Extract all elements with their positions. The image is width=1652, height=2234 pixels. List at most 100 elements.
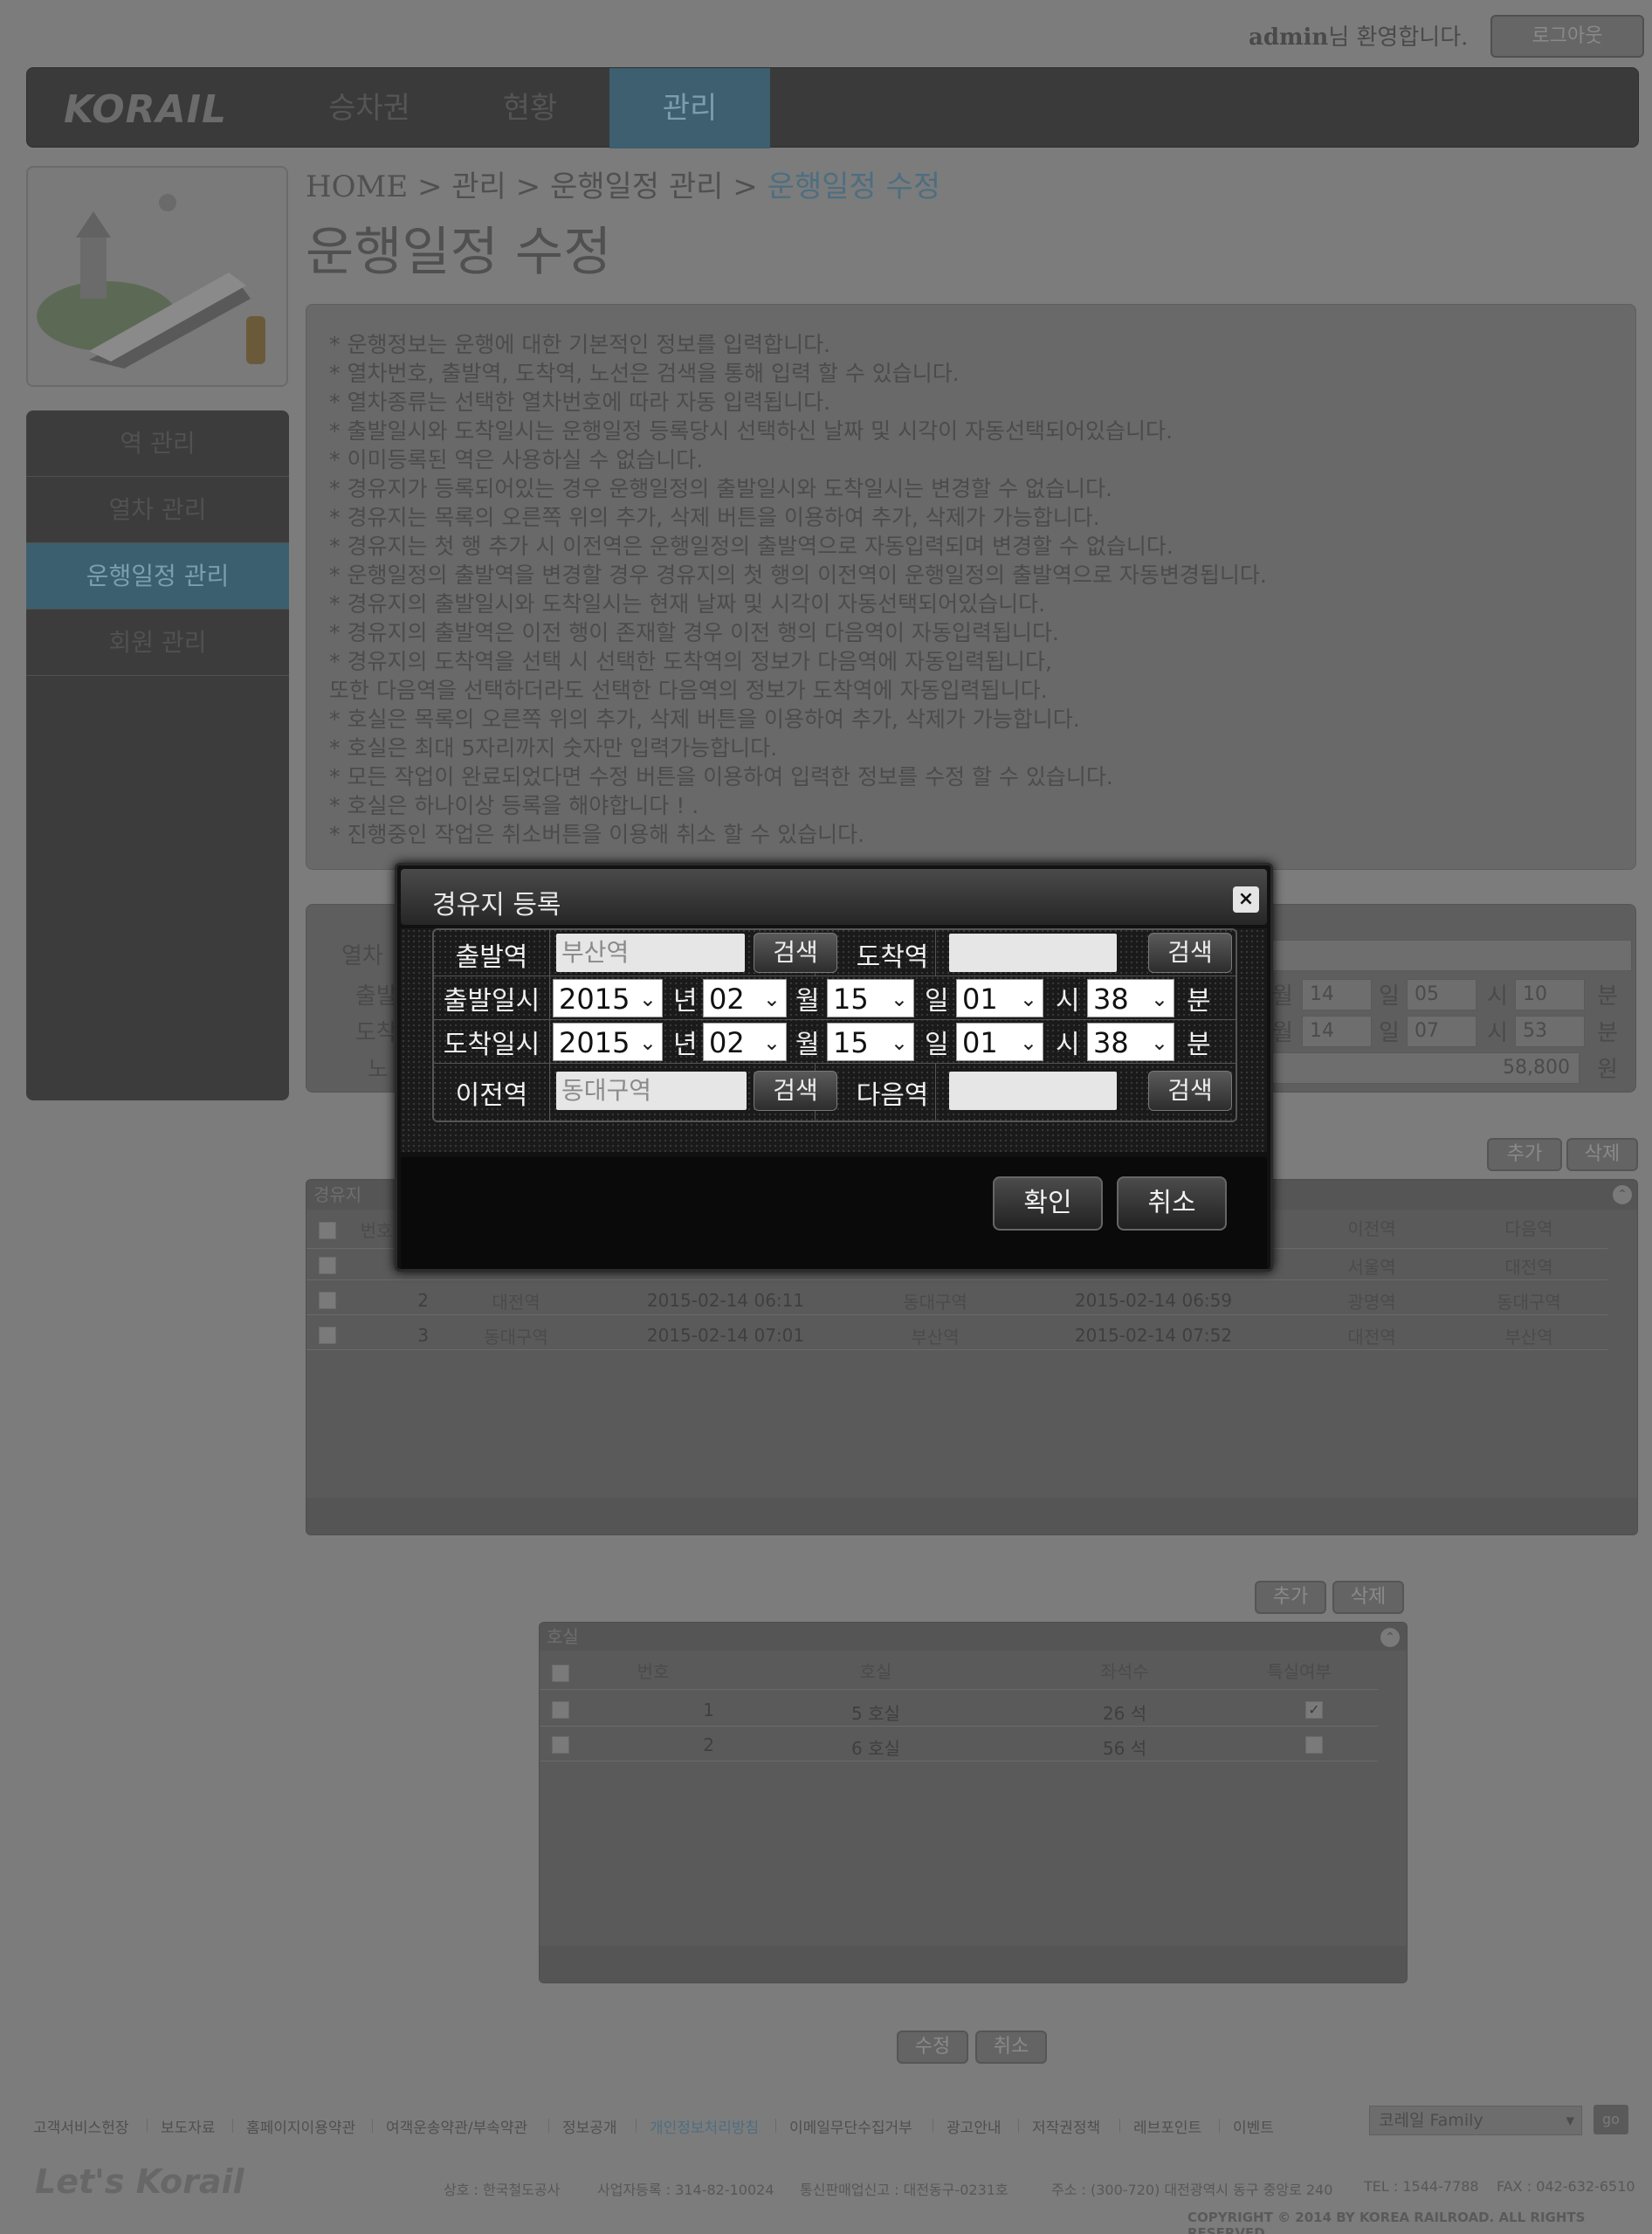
- modify-button[interactable]: 수정: [897, 2031, 968, 2064]
- row-checkbox[interactable]: [552, 1736, 569, 1754]
- waypoint-delete-button[interactable]: 삭제: [1566, 1138, 1638, 1171]
- row-prev: 광명역: [1347, 1292, 1396, 1313]
- welcome-suffix: 님 환영합니다.: [1328, 24, 1469, 51]
- room-row-seats: 56 석: [1102, 1738, 1147, 1759]
- row-arr: 2015-02-14 07:52: [1074, 1325, 1233, 1346]
- minute-unit: 분: [1187, 1030, 1211, 1060]
- depart-minute-select[interactable]: 38 ⌄: [1087, 979, 1174, 1017]
- row-to: 부산역: [911, 1327, 960, 1348]
- collapse-icon[interactable]: ⌃: [1613, 1185, 1632, 1204]
- row-checkbox[interactable]: [552, 1701, 569, 1719]
- depart-hour-select[interactable]: 10: [1515, 979, 1585, 1010]
- arrive-hour-select[interactable]: 01 ⌄: [956, 1023, 1043, 1061]
- room-add-button[interactable]: 추가: [1255, 1581, 1326, 1614]
- depart-month-unit: 월: [1272, 983, 1293, 1010]
- arrive-minute-value: 38: [1093, 1026, 1129, 1059]
- info-line: 또한 다음역을 선택하더라도 선택한 다음역의 정보가 도착역에 자동입력됩니다…: [329, 678, 1048, 703]
- arrive-hour-select[interactable]: 53: [1515, 1016, 1585, 1047]
- arrive-year-select[interactable]: 2015 ⌄: [553, 1023, 663, 1061]
- collapse-icon[interactable]: ⌃: [1380, 1628, 1400, 1647]
- form-label-depart: 출발: [355, 983, 397, 1010]
- chevron-down-icon: ⌄: [890, 1031, 908, 1055]
- footer-link[interactable]: 보도자료: [161, 2115, 216, 2137]
- waypoint-add-button[interactable]: 추가: [1487, 1138, 1562, 1171]
- train-type-field[interactable]: [1272, 940, 1632, 971]
- confirm-button[interactable]: 확인: [993, 1176, 1103, 1231]
- arrive-month-select[interactable]: 14: [1302, 1016, 1372, 1047]
- footer-link[interactable]: 이메일무단수집거부: [789, 2115, 912, 2137]
- breadcrumb-manage[interactable]: 관리: [451, 169, 506, 204]
- footer-link[interactable]: 저작권정책: [1032, 2115, 1100, 2137]
- row-next: 동대구역: [1497, 1292, 1561, 1313]
- form-label-arrive: 도착: [355, 1020, 397, 1046]
- sidebar-menu: 역 관리 열차 관리 운행일정 관리 회원 관리: [26, 410, 289, 1100]
- footer-link[interactable]: 광고안내: [946, 2115, 1002, 2137]
- footer-link[interactable]: 이벤트: [1233, 2115, 1274, 2137]
- footer-link-privacy[interactable]: 개인정보처리방침: [650, 2115, 759, 2137]
- sidebar-item-train[interactable]: 열차 관리: [26, 477, 289, 543]
- arrive-month-select[interactable]: 02 ⌄: [703, 1023, 787, 1061]
- from-station-search-button[interactable]: 검색: [754, 933, 837, 973]
- prev-station-input[interactable]: 동대구역: [556, 1072, 747, 1110]
- arrive-hour-unit: 시: [1487, 1020, 1508, 1046]
- sidebar-item-member[interactable]: 회원 관리: [26, 610, 289, 676]
- go-button[interactable]: go: [1593, 2105, 1628, 2134]
- close-icon[interactable]: ×: [1233, 886, 1259, 913]
- prev-station-search-button[interactable]: 검색: [754, 1071, 837, 1111]
- depart-hour-select[interactable]: 01 ⌄: [956, 979, 1043, 1017]
- arrive-minute-select[interactable]: 38 ⌄: [1087, 1023, 1174, 1061]
- room-grid-title: 호실: [540, 1623, 1407, 1651]
- arrive-day-value: 15: [833, 1026, 869, 1059]
- col-header-no: 번호: [637, 1661, 670, 1682]
- next-station-search-button[interactable]: 검색: [1148, 1071, 1232, 1111]
- chevron-down-icon: ⌄: [1150, 987, 1168, 1011]
- dialog-header: 경유지 등록 ×: [401, 869, 1267, 925]
- depart-day-select[interactable]: 05: [1407, 979, 1476, 1010]
- to-station-input[interactable]: [949, 934, 1117, 972]
- cancel-button[interactable]: 취소: [975, 2031, 1047, 2064]
- form-label-route: 노: [368, 1057, 389, 1083]
- select-all-checkbox[interactable]: [552, 1665, 569, 1682]
- depart-month-select[interactable]: 14: [1302, 979, 1372, 1010]
- nav-tab-manage[interactable]: 관리: [609, 68, 770, 148]
- info-box: * 운행정보는 운행에 대한 기본적인 정보를 입력합니다. * 열차번호, 출…: [306, 304, 1636, 870]
- dialog-cancel-button[interactable]: 취소: [1117, 1176, 1227, 1231]
- arrive-month-value: 02: [709, 1026, 745, 1059]
- depart-day-select[interactable]: 15 ⌄: [827, 979, 914, 1017]
- footer-link[interactable]: 레브포인트: [1133, 2115, 1201, 2137]
- footer-link[interactable]: 정보공개: [562, 2115, 617, 2137]
- footer-link[interactable]: 고객서비스헌장: [33, 2115, 128, 2137]
- sidebar-item-schedule[interactable]: 운행일정 관리: [26, 543, 289, 610]
- dialog-body: 출발역 부산역 검색 도착역 검색 출발일시 2015 ⌄ 년 02 ⌄ 월 15 ⌄…: [401, 928, 1267, 1152]
- from-station-input[interactable]: 부산역: [556, 934, 745, 972]
- arrive-day-select[interactable]: 15 ⌄: [827, 1023, 914, 1061]
- nav-tab-ticket[interactable]: 승차권: [289, 68, 450, 148]
- minute-unit: 분: [1187, 986, 1211, 1017]
- row-checkbox[interactable]: [319, 1257, 336, 1274]
- row-checkbox[interactable]: [319, 1327, 336, 1344]
- fare-field[interactable]: 58,800: [1272, 1052, 1580, 1084]
- room-delete-button[interactable]: 삭제: [1332, 1581, 1404, 1614]
- sidebar-item-station[interactable]: 역 관리: [26, 410, 289, 477]
- depart-day-value: 15: [833, 983, 869, 1016]
- breadcrumb-current: 운행일정 수정: [767, 169, 941, 204]
- logout-button[interactable]: 로그아웃: [1490, 15, 1644, 58]
- nav-tab-status[interactable]: 현황: [450, 68, 610, 148]
- depart-year-select[interactable]: 2015 ⌄: [553, 979, 663, 1017]
- to-station-search-button[interactable]: 검색: [1148, 933, 1232, 973]
- breadcrumb-home[interactable]: HOME: [306, 169, 408, 204]
- special-checkbox-checked[interactable]: ✓: [1305, 1701, 1323, 1719]
- info-line: * 호실은 최대 5자리까지 숫자만 입력가능합니다.: [329, 735, 778, 761]
- special-checkbox[interactable]: [1305, 1736, 1323, 1754]
- breadcrumb-schedule[interactable]: 운행일정 관리: [550, 169, 724, 204]
- footer-link[interactable]: 홈페이지이용약관: [246, 2115, 355, 2137]
- family-site-select[interactable]: 코레일 Family ▾: [1369, 2106, 1582, 2135]
- depart-month-select[interactable]: 02 ⌄: [703, 979, 787, 1017]
- korail-logo[interactable]: KORAIL: [64, 87, 227, 132]
- next-station-input[interactable]: [949, 1072, 1117, 1110]
- row-checkbox[interactable]: [319, 1292, 336, 1309]
- arrive-day-select[interactable]: 07: [1407, 1016, 1476, 1047]
- info-line: * 호실은 하나이상 등록을 해야합니다 ! .: [329, 793, 699, 818]
- footer-link[interactable]: 여객운송약관/부속약관: [386, 2115, 527, 2137]
- month-unit: 월: [795, 1030, 820, 1060]
